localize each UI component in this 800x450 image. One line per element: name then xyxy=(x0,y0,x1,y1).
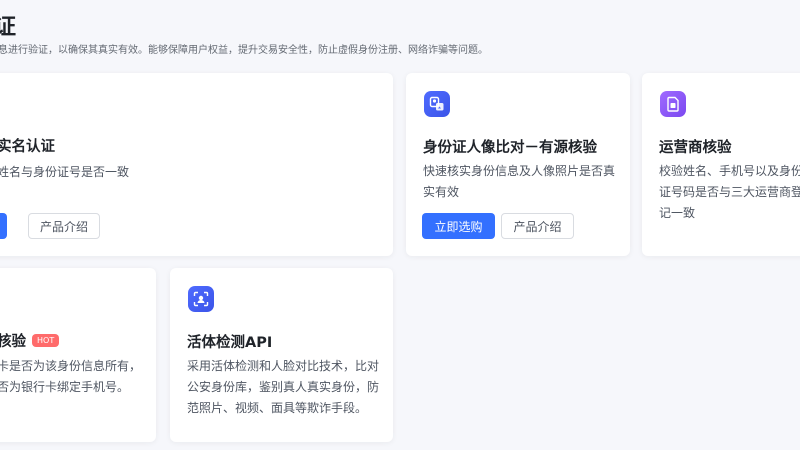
card-title-text: 核验 xyxy=(0,334,26,350)
product-card-id-portrait[interactable]: 身份证人像比对－有源核验 快速核实身份信息及人像照片是否真实有效 立即选购 产品… xyxy=(406,73,630,256)
hot-badge: HOT xyxy=(32,334,60,347)
product-card-bank-verify[interactable]: 核验 HOT 卡是否为该身份信息所有，否为银行卡绑定手机号。 xyxy=(0,268,156,442)
product-card-real-name[interactable]: 实名认证 姓名与身份证号是否一致 购 产品介绍 xyxy=(0,73,393,256)
card-title: 实名认证 xyxy=(0,139,55,155)
card-description: 快速核实身份信息及人像照片是否真实有效 xyxy=(423,164,616,199)
buy-now-button[interactable]: 购 xyxy=(0,213,7,239)
portrait-compare-icon xyxy=(424,91,450,117)
card-title: 活体检测API xyxy=(187,335,273,351)
card-description: 校验姓名、手机号以及身份证号码是否与三大运营商登记一致 xyxy=(659,164,800,220)
card-description: 姓名与身份证号是否一致 xyxy=(0,165,130,179)
face-scan-icon xyxy=(188,286,214,312)
card-title: 身份证人像比对－有源核验 xyxy=(423,140,597,156)
product-intro-button[interactable]: 产品介绍 xyxy=(28,213,100,239)
card-description: 卡是否为该身份信息所有，否为银行卡绑定手机号。 xyxy=(0,359,142,394)
page-title: 证 xyxy=(0,15,18,40)
page-description: 息进行验证，以确保其真实有效。能够保障用户权益，提升交易安全性，防止虚假身份注册… xyxy=(0,45,488,56)
card-description: 采用活体检测和人脸对比技术，比对公安身份库，鉴别真人真实身份，防范照片、视频、面… xyxy=(187,359,380,415)
product-intro-button[interactable]: 产品介绍 xyxy=(501,213,574,239)
product-card-carrier[interactable]: 运营商核验 校验姓名、手机号以及身份证号码是否与三大运营商登记一致 xyxy=(642,73,800,256)
sim-card-icon xyxy=(660,91,686,117)
product-card-liveness[interactable]: 活体检测API 采用活体检测和人脸对比技术，比对公安身份库，鉴别真人真实身份，防… xyxy=(170,268,393,442)
card-title: 运营商核验 xyxy=(659,140,732,156)
buy-now-button[interactable]: 立即选购 xyxy=(422,213,495,239)
card-title: 核验 HOT xyxy=(0,330,60,351)
